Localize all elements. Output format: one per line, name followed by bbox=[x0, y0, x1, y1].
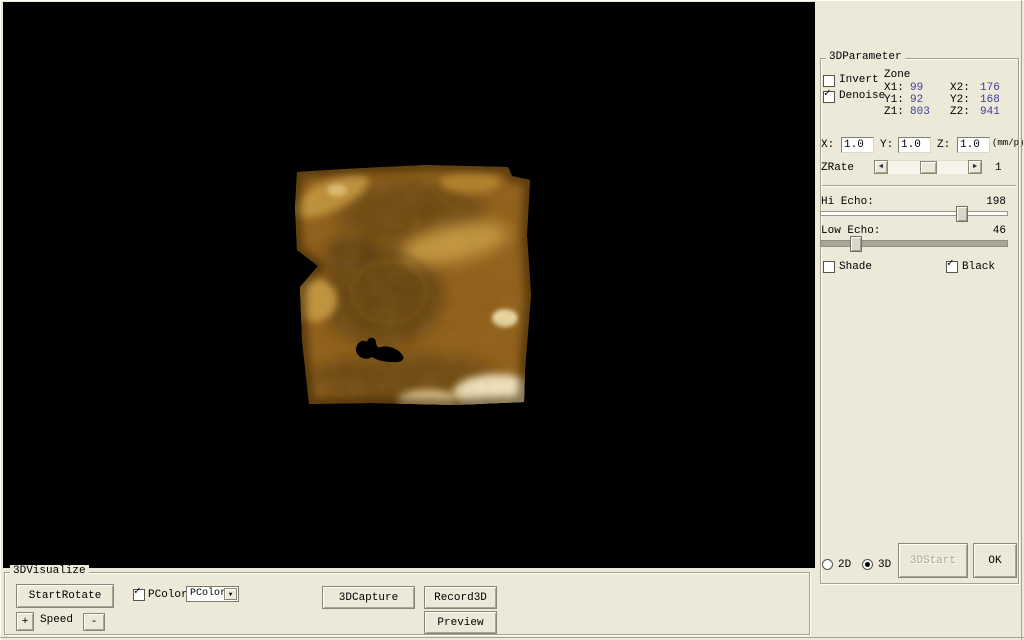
render-surface bbox=[286, 158, 541, 414]
mode-3d-radio[interactable] bbox=[862, 559, 873, 570]
chevron-down-icon: ▼ bbox=[229, 591, 233, 598]
scroll-left-button[interactable]: ◄ bbox=[874, 160, 888, 174]
invert-checkbox[interactable] bbox=[823, 75, 835, 87]
check-icon: ✓ bbox=[947, 258, 954, 270]
zrate-label: ZRate bbox=[821, 163, 854, 174]
zrate-scrollbar-track[interactable] bbox=[888, 160, 968, 174]
mode-3d-label: 3D bbox=[878, 560, 891, 571]
zone-z1-value: 803 bbox=[910, 107, 930, 118]
dropdown-button[interactable]: ▼ bbox=[224, 588, 237, 600]
shade-checkbox[interactable] bbox=[823, 261, 835, 273]
zrate-scrollbar[interactable]: ◄ ► bbox=[874, 160, 982, 174]
black-checkbox[interactable]: ✓ bbox=[946, 261, 958, 273]
zone-x2-value: 176 bbox=[980, 83, 1000, 94]
ok-button[interactable]: OK bbox=[973, 543, 1017, 578]
scale-unit-label: (mm/p) bbox=[992, 138, 1024, 149]
speed-label: Speed bbox=[40, 615, 73, 626]
zone-label: Zone bbox=[884, 70, 910, 81]
window-bottom-border bbox=[0, 637, 1024, 638]
hi-echo-slider-track[interactable] bbox=[820, 211, 1008, 216]
check-icon: ✓ bbox=[134, 586, 141, 598]
zone-y2-label: Y2: bbox=[950, 95, 970, 106]
scale-z-input[interactable] bbox=[957, 137, 990, 153]
3d-viewport[interactable] bbox=[3, 2, 815, 568]
speed-plus-button[interactable]: + bbox=[16, 612, 34, 631]
mode-2d-radio[interactable] bbox=[822, 559, 833, 570]
scale-x-label: X: bbox=[821, 140, 834, 151]
shade-label: Shade bbox=[839, 262, 872, 273]
scale-y-label: Y: bbox=[880, 140, 893, 151]
scroll-right-button[interactable]: ► bbox=[968, 160, 982, 174]
scale-z-label: Z: bbox=[937, 140, 950, 151]
low-echo-value: 46 bbox=[978, 226, 1006, 237]
zone-z2-value: 941 bbox=[980, 107, 1000, 118]
visualize-group-title: 3DVisualize bbox=[10, 565, 89, 578]
window-top-highlight bbox=[0, 0, 1024, 1]
3dstart-button: 3DStart bbox=[898, 543, 968, 578]
zone-x1-label: X1: bbox=[884, 83, 904, 94]
scale-y-input[interactable] bbox=[898, 137, 931, 153]
hi-echo-slider-thumb[interactable] bbox=[956, 206, 968, 222]
preview-button[interactable]: Preview bbox=[424, 611, 497, 634]
scale-x-input[interactable] bbox=[841, 137, 874, 153]
check-icon: ✓ bbox=[824, 88, 831, 100]
low-echo-slider-track[interactable] bbox=[820, 240, 1008, 247]
app-window: 3DParameter Invert ✓ Denoise Zone X1: 99… bbox=[0, 0, 1024, 640]
hi-echo-label: Hi Echo: bbox=[821, 197, 874, 208]
mode-2d-label: 2D bbox=[838, 560, 851, 571]
zone-x2-label: X2: bbox=[950, 83, 970, 94]
parameter-group-title: 3DParameter bbox=[826, 51, 905, 64]
3d-render-svg bbox=[3, 2, 815, 568]
pcolor-label: PColor bbox=[148, 590, 188, 601]
invert-label: Invert bbox=[839, 75, 879, 86]
zone-y1-value: 92 bbox=[910, 95, 923, 106]
black-label: Black bbox=[962, 262, 995, 273]
start-rotate-button[interactable]: StartRotate bbox=[16, 584, 114, 608]
zone-z2-label: Z2: bbox=[950, 107, 970, 118]
denoise-label: Denoise bbox=[839, 91, 885, 102]
scroll-right-icon: ► bbox=[973, 163, 977, 171]
record3d-button[interactable]: Record3D bbox=[424, 586, 497, 609]
window-right-border bbox=[1021, 0, 1022, 640]
window-left-highlight bbox=[0, 0, 1, 640]
pcolor-dropdown[interactable]: PColor ▼ bbox=[186, 586, 239, 602]
denoise-checkbox[interactable]: ✓ bbox=[823, 91, 835, 103]
zone-z1-label: Z1: bbox=[884, 107, 904, 118]
speed-minus-button[interactable]: - bbox=[83, 613, 105, 631]
zone-y1-label: Y1: bbox=[884, 95, 904, 106]
scroll-left-icon: ◄ bbox=[879, 163, 883, 171]
zrate-scrollbar-thumb[interactable] bbox=[920, 161, 937, 174]
low-echo-slider-thumb[interactable] bbox=[850, 236, 862, 252]
3dcapture-button[interactable]: 3DCapture bbox=[322, 586, 415, 609]
zone-x1-value: 99 bbox=[910, 83, 923, 94]
pcolor-dropdown-value: PColor bbox=[190, 588, 226, 600]
separator bbox=[822, 185, 1016, 187]
pcolor-checkbox[interactable]: ✓ bbox=[133, 589, 145, 601]
zrate-value: 1 bbox=[995, 163, 1002, 174]
zone-y2-value: 168 bbox=[980, 95, 1000, 106]
hi-echo-value: 198 bbox=[978, 197, 1006, 208]
